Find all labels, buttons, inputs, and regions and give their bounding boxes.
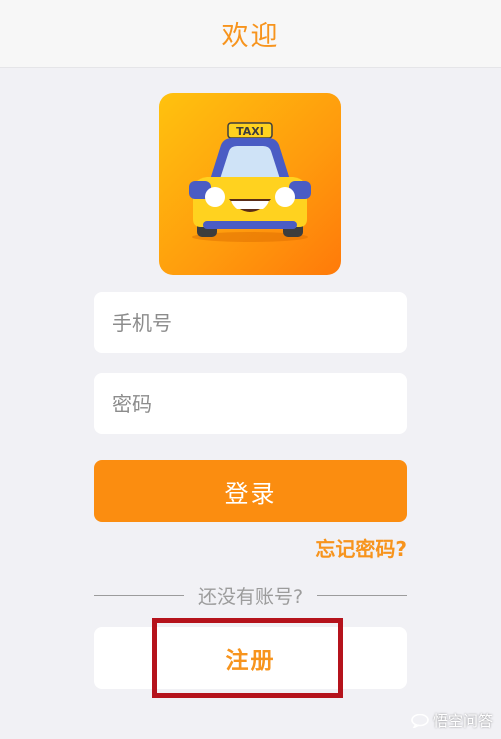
signup-divider: 还没有账号?: [94, 580, 407, 610]
top-header: 欢迎: [0, 0, 501, 68]
login-button[interactable]: 登录: [94, 460, 407, 522]
password-input[interactable]: [110, 390, 391, 417]
app-logo: TAXI: [159, 93, 341, 275]
phone-input-container[interactable]: [94, 292, 407, 353]
page-title: 欢迎: [221, 21, 280, 52]
password-input-container[interactable]: [94, 373, 407, 434]
watermark-text: 悟空问答: [432, 712, 493, 730]
phone-input[interactable]: [110, 309, 391, 336]
watermark: 悟空问答: [411, 710, 493, 731]
register-button[interactable]: 注册: [94, 627, 407, 689]
taxi-sign-text: TAXI: [236, 125, 264, 138]
register-label: 注册: [225, 648, 276, 674]
divider-line-left: [94, 594, 184, 596]
speech-bubble-icon: [411, 713, 429, 728]
taxi-icon: TAXI: [189, 122, 311, 242]
signup-prompt: 还没有账号?: [197, 585, 304, 608]
forgot-password-link[interactable]: 忘记密码?: [315, 533, 407, 562]
divider-line-right: [317, 594, 407, 596]
